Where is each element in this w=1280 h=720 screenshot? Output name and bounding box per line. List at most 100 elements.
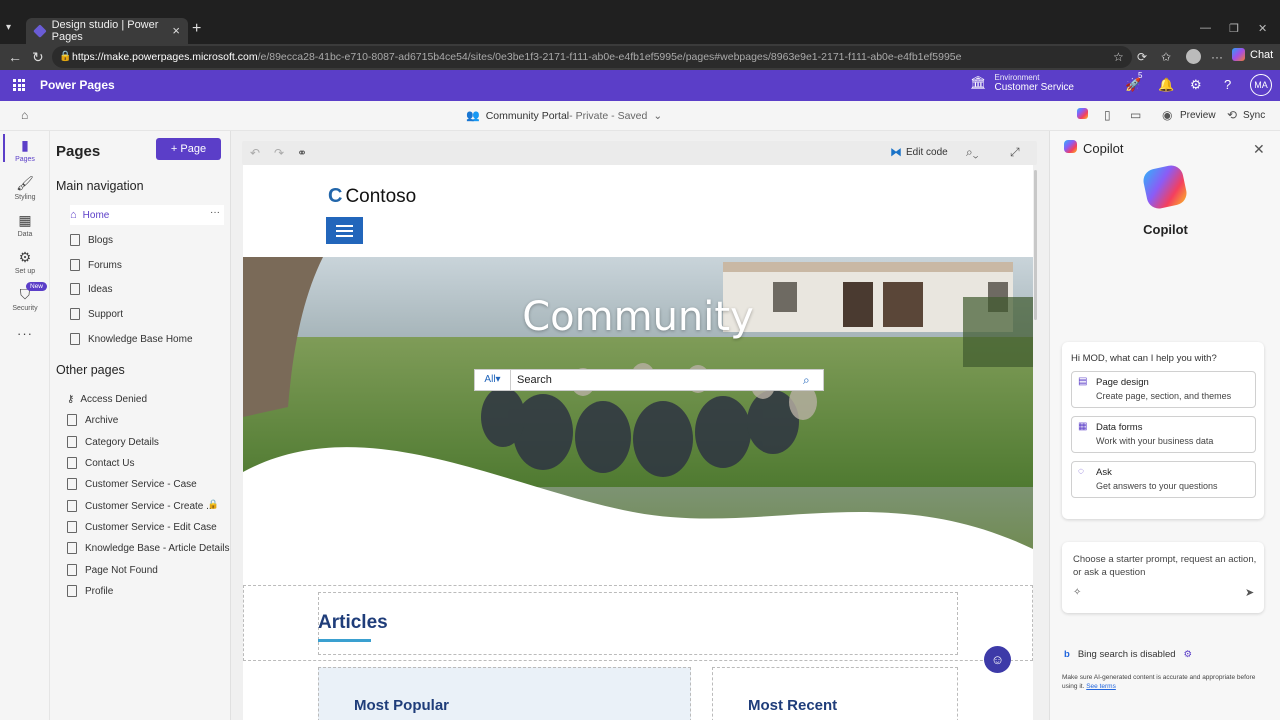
page-item[interactable]: Support [70, 304, 224, 324]
url-field[interactable]: 🔒 https://make.powerpages.microsoft.com/… [52, 46, 1132, 68]
chatbot-icon[interactable]: ☺ [984, 646, 1011, 673]
environment-switcher[interactable]: 🏛 Environment Customer Service [970, 73, 1074, 93]
page-item[interactable]: Customer Service - Create ... 🔒 [67, 496, 221, 516]
copilot-title: Copilot [1083, 141, 1124, 156]
suggestion-subtitle: Get answers to your questions [1096, 481, 1218, 491]
favorite-star-icon[interactable]: ☆ [1113, 50, 1124, 64]
site-status: - Private - Saved [569, 109, 648, 122]
card-heading: Most Recent [748, 697, 838, 714]
brand-name: Contoso [345, 185, 417, 207]
page-icon [67, 478, 77, 490]
rail-label: Pages [15, 156, 35, 163]
page-item[interactable]: Category Details [67, 432, 221, 452]
home-icon[interactable]: ⌂ [21, 108, 28, 122]
see-terms-link[interactable]: See terms [1086, 683, 1116, 690]
page-icon [70, 259, 80, 271]
edit-code-button[interactable]: Edit code [906, 147, 948, 158]
sparkle-icon[interactable]: ✧ [1073, 587, 1081, 598]
address-bar-row: ← ↻ 🔒 https://make.powerpages.microsoft.… [0, 44, 1280, 70]
more-options-icon[interactable]: ··· [0, 326, 50, 341]
app-launcher-icon[interactable] [13, 79, 25, 91]
page-item[interactable]: Forums [70, 255, 224, 275]
pages-icon: ▮ [21, 137, 29, 153]
browser-tab[interactable]: Design studio | Power Pages × [26, 18, 188, 44]
site-logo[interactable]: C Contoso [328, 185, 416, 208]
most-popular-card[interactable]: Most Popular [318, 667, 691, 720]
sync-icon[interactable]: ⟲ [1227, 108, 1237, 122]
send-icon[interactable]: ➤ [1245, 586, 1254, 599]
page-item[interactable]: Page Not Found [67, 560, 221, 580]
redo-icon[interactable]: ↷ [274, 146, 284, 160]
browser-profile-avatar[interactable] [1186, 49, 1201, 64]
page-item[interactable]: Customer Service - Case [67, 474, 221, 494]
bell-icon[interactable]: 🔔 [1158, 77, 1174, 93]
styling-icon: 🖌 [16, 175, 34, 191]
copilot-icon [1232, 48, 1245, 61]
settings-gear-icon[interactable]: ⚙ [1190, 77, 1202, 93]
copilot-greeting: Hi MOD, what can I help you with? [1071, 353, 1217, 364]
page-item[interactable]: Blogs [70, 230, 224, 250]
search-input[interactable]: Search [511, 374, 803, 386]
sync-button[interactable]: Sync [1243, 110, 1265, 121]
more-icon[interactable]: ··· [1211, 50, 1223, 64]
close-window-icon[interactable]: ✕ [1258, 22, 1267, 35]
copilot-toggle-icon[interactable] [1077, 108, 1088, 122]
rail-item-pages[interactable]: ▮ Pages [0, 137, 50, 163]
page-item-home[interactable]: ⌂ Home ··· [70, 205, 224, 225]
suggestion-page-design[interactable]: ▤ Page design Create page, section, and … [1071, 371, 1256, 408]
mobile-view-icon[interactable]: ▯ [1104, 108, 1111, 122]
close-icon[interactable]: ✕ [1253, 141, 1265, 158]
rail-item-styling[interactable]: 🖌 Styling [0, 175, 50, 201]
comments-icon[interactable]: ▭ [1130, 108, 1141, 122]
page-item-label: Archive [85, 414, 119, 426]
zoom-icon[interactable]: ⌕⌄ [966, 145, 978, 160]
minimize-icon[interactable]: — [1200, 22, 1211, 34]
page-item-label: Ideas [88, 283, 113, 295]
rail-item-setup[interactable]: ⚙ Set up [0, 249, 50, 275]
page-item-label: Page Not Found [85, 564, 158, 576]
refresh-icon[interactable]: ↻ [32, 49, 44, 66]
undo-icon[interactable]: ↶ [250, 146, 260, 160]
favorites-icon[interactable]: ✩ [1161, 50, 1171, 64]
back-icon[interactable]: ← [8, 49, 22, 65]
page-item[interactable]: Knowledge Base - Article Details [67, 538, 230, 558]
hamburger-menu-button[interactable] [326, 217, 363, 244]
help-icon[interactable]: ? [1224, 77, 1231, 92]
expand-icon[interactable]: ⤢ [1010, 145, 1020, 160]
suggestion-ask[interactable]: ◌ Ask Get answers to your questions [1071, 461, 1256, 498]
rail-label: Data [17, 231, 33, 238]
hero-section[interactable]: Community All▾ Search ⌕ [243, 257, 1033, 557]
preview-icon[interactable]: ◉ [1162, 108, 1172, 122]
articles-underline [318, 639, 371, 642]
rail-item-data[interactable]: ▦ Data [0, 212, 50, 238]
page-item[interactable]: ⚷ Access Denied [67, 389, 221, 409]
most-recent-card[interactable]: Most Recent [712, 667, 958, 720]
search-icon[interactable]: ⌕ [803, 373, 823, 388]
page-item[interactable]: Knowledge Base Home [70, 329, 224, 349]
browser-tabstrip: ▾ Design studio | Power Pages × + — ❐ ✕ [0, 0, 1280, 44]
page-item[interactable]: Profile [67, 581, 221, 601]
search-scope-dropdown[interactable]: All▾ [475, 370, 511, 390]
tab-list-icon[interactable]: ▾ [6, 22, 11, 33]
user-avatar[interactable]: MA [1250, 74, 1272, 96]
suggestion-data-forms[interactable]: ▦ Data forms Work with your business dat… [1071, 416, 1256, 453]
add-page-button[interactable]: + Page [156, 138, 221, 160]
chat-button[interactable]: Chat [1232, 48, 1273, 61]
settings-gear-icon[interactable]: ⚙ [1184, 649, 1193, 660]
more-options-icon[interactable]: ··· [210, 207, 220, 218]
page-item[interactable]: Ideas [70, 279, 224, 299]
page-icon [67, 521, 77, 533]
close-tab-icon[interactable]: × [172, 23, 180, 38]
page-item[interactable]: Customer Service - Edit Case [67, 517, 221, 537]
link-icon[interactable]: ⚭ [297, 146, 307, 160]
new-tab-icon[interactable]: + [192, 20, 201, 38]
preview-button[interactable]: Preview [1180, 110, 1216, 121]
restore-icon[interactable]: ❐ [1229, 22, 1239, 35]
copilot-prompt-box[interactable]: Choose a starter prompt, request an acti… [1062, 542, 1264, 613]
canvas-scrollbar[interactable] [1034, 170, 1037, 320]
page-item[interactable]: Contact Us [67, 453, 221, 473]
page-item[interactable]: Archive [67, 410, 221, 430]
lock-icon: 🔒 [207, 499, 219, 509]
site-selector[interactable]: 👥 Community Portal - Private - Saved ⌄ [466, 109, 662, 123]
extensions-icon[interactable]: ⟳ [1137, 50, 1147, 64]
